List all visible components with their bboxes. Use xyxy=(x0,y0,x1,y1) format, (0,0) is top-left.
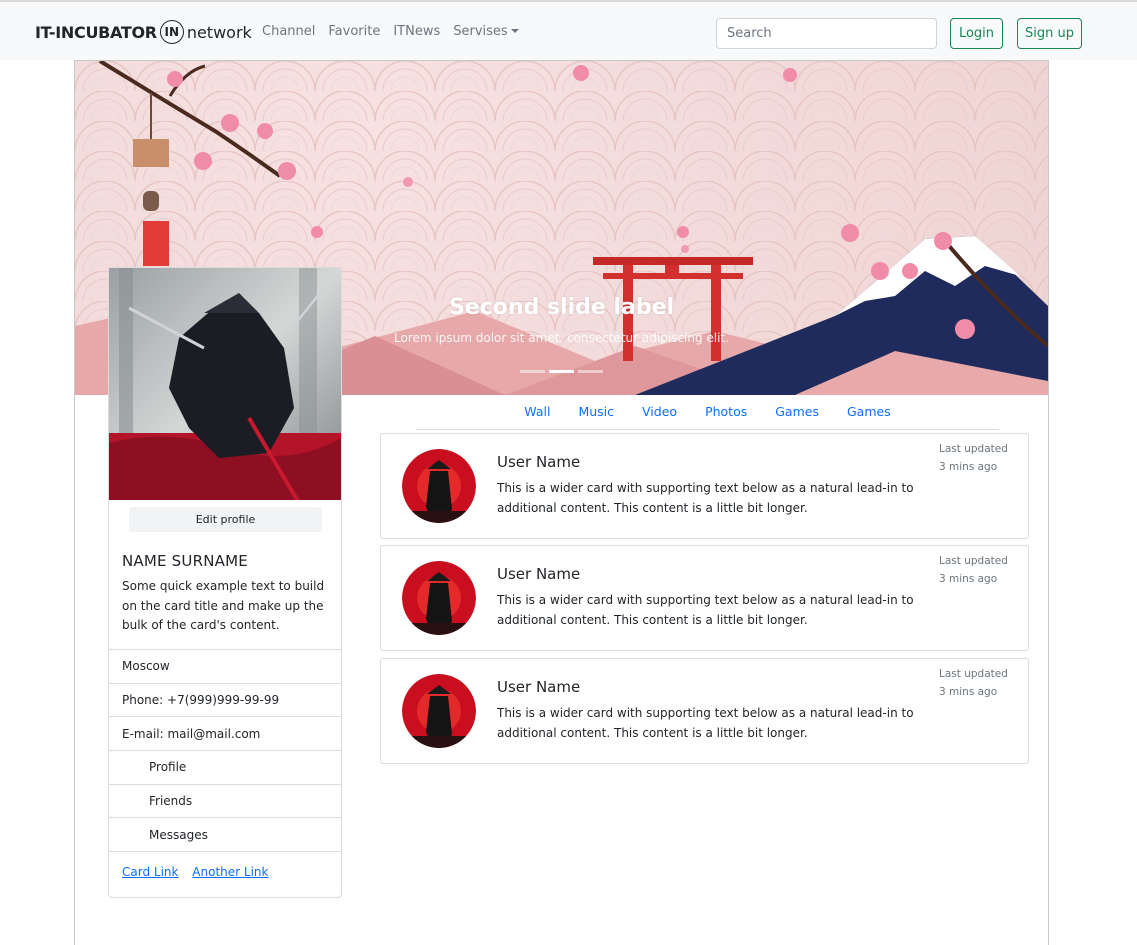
brand-suffix: network xyxy=(186,22,252,42)
card-link[interactable]: Card Link xyxy=(122,865,178,879)
tab-wall[interactable]: Wall xyxy=(524,404,550,429)
profile-menu-friends[interactable]: Friends xyxy=(109,783,341,818)
navbar: IT-INCUBATOR IN network Channel Favorite… xyxy=(0,0,1137,60)
nav-links: Channel Favorite ITNews Servises xyxy=(262,24,532,39)
profile-info-list: Moscow Phone: +7(999)999-99-99 E-mail: m… xyxy=(109,649,341,853)
post-avatar xyxy=(402,674,476,748)
nav-dropdown-servises[interactable]: Servises xyxy=(453,24,519,39)
carousel-indicator-2[interactable] xyxy=(549,370,574,373)
post-meta-time: 3 mins ago xyxy=(939,685,998,698)
post-meta-time: 3 mins ago xyxy=(939,460,998,473)
tab-games[interactable]: Games xyxy=(775,404,819,429)
tab-games-2[interactable]: Games xyxy=(847,404,891,429)
post-user-name[interactable]: User Name xyxy=(497,678,580,696)
profile-list-divider xyxy=(109,851,341,853)
caret-down-icon xyxy=(510,28,519,33)
carousel-indicator-1[interactable] xyxy=(520,370,545,373)
signup-button[interactable]: Sign up xyxy=(1017,18,1082,49)
profile-description: Some quick example text to build on the … xyxy=(122,579,325,632)
profile-menu-messages[interactable]: Messages xyxy=(109,817,341,851)
profile-links: Card Link Another Link xyxy=(122,865,278,879)
post-user-name[interactable]: User Name xyxy=(497,565,580,583)
post-user-name[interactable]: User Name xyxy=(497,453,580,471)
post-meta: Last updated 3 mins ago xyxy=(939,666,1008,701)
post-text: This is a wider card with supporting tex… xyxy=(497,593,914,627)
profile-menu-profile[interactable]: Profile xyxy=(109,750,341,784)
brand-logo-link[interactable]: IT-INCUBATOR IN network xyxy=(35,20,252,44)
carousel-indicator-3[interactable] xyxy=(578,370,603,373)
content-tabs: Wall Music Video Photos Games Games xyxy=(416,400,999,430)
profile-email: E-mail: mail@mail.com xyxy=(109,716,341,750)
post-meta: Last updated 3 mins ago xyxy=(939,553,1008,588)
profile-avatar xyxy=(109,268,341,500)
post-text: This is a wider card with supporting tex… xyxy=(497,706,914,740)
samurai-image xyxy=(109,268,341,500)
nav-link-itnews[interactable]: ITNews xyxy=(393,24,440,39)
post-meta-label: Last updated xyxy=(939,668,1008,680)
tab-video[interactable]: Video xyxy=(642,404,677,429)
post-text: This is a wider card with supporting tex… xyxy=(497,481,914,515)
brand-name: IT-INCUBATOR xyxy=(35,22,157,42)
post-meta: Last updated 3 mins ago xyxy=(939,441,1008,476)
nav-link-favorite[interactable]: Favorite xyxy=(328,24,380,39)
tab-photos[interactable]: Photos xyxy=(705,404,747,429)
post-meta-label: Last updated xyxy=(939,555,1008,567)
post-meta-time: 3 mins ago xyxy=(939,572,998,585)
edit-profile-button[interactable]: Edit profile xyxy=(129,507,322,532)
profile-phone: Phone: +7(999)999-99-99 xyxy=(109,682,341,717)
post-card: User Name This is a wider card with supp… xyxy=(380,433,1029,539)
post-card: User Name This is a wider card with supp… xyxy=(380,545,1029,651)
profile-city: Moscow xyxy=(109,649,341,683)
tab-music[interactable]: Music xyxy=(578,404,614,429)
brand-badge-icon: IN xyxy=(159,20,184,44)
samurai-avatar-image xyxy=(402,561,476,635)
carousel-indicators xyxy=(520,370,607,373)
profile-name: NAME SURNAME xyxy=(122,552,248,570)
nav-dropdown-label: Servises xyxy=(453,24,508,39)
samurai-avatar-image xyxy=(402,674,476,748)
search-input[interactable] xyxy=(716,18,937,49)
post-avatar xyxy=(402,449,476,523)
profile-card: Edit profile NAME SURNAME Some quick exa… xyxy=(108,267,342,898)
nav-link-channel[interactable]: Channel xyxy=(262,24,315,39)
post-card: User Name This is a wider card with supp… xyxy=(380,658,1029,764)
post-avatar xyxy=(402,561,476,635)
another-link[interactable]: Another Link xyxy=(192,865,268,879)
post-meta-label: Last updated xyxy=(939,443,1008,455)
samurai-avatar-image xyxy=(402,449,476,523)
login-button[interactable]: Login xyxy=(950,18,1003,49)
